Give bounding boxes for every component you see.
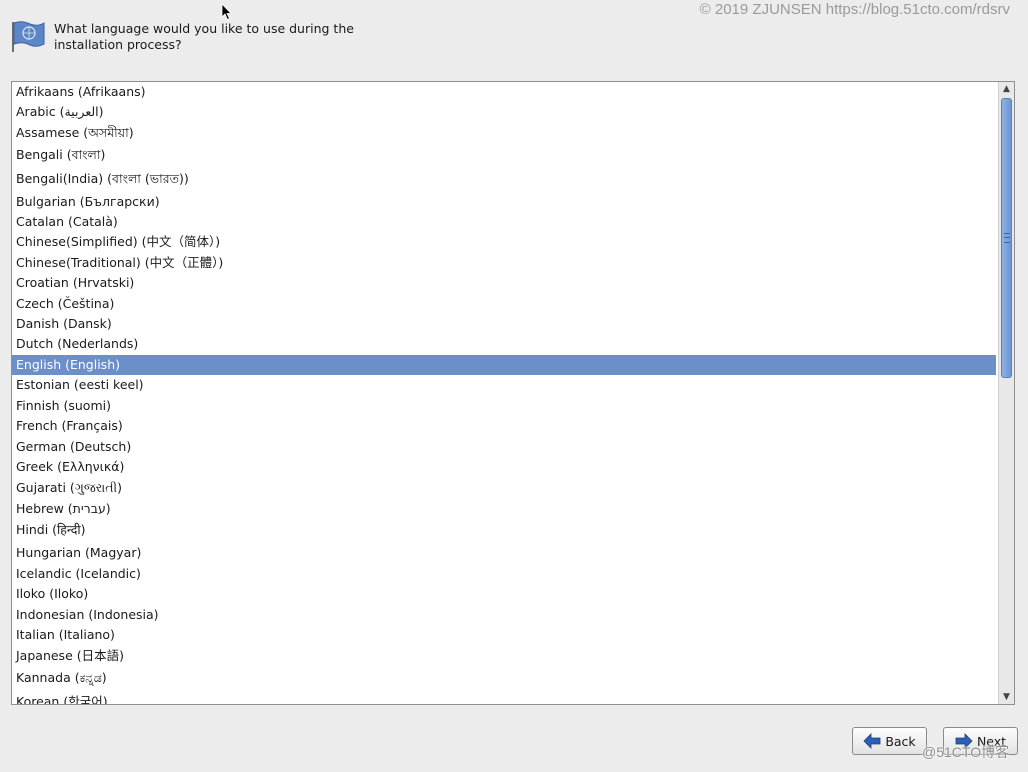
language-option[interactable]: Chinese(Simplified) (中文（简体）) bbox=[12, 232, 996, 252]
grip-icon bbox=[1004, 233, 1010, 243]
language-option[interactable]: German (Deutsch) bbox=[12, 437, 996, 457]
language-option[interactable]: Icelandic (Icelandic) bbox=[12, 564, 996, 584]
language-option[interactable]: Hindi (हिन्दी) bbox=[12, 520, 996, 540]
language-list[interactable]: Afrikaans (Afrikaans) Arabic (العربية) Ass… bbox=[12, 82, 996, 704]
back-button-label: Back bbox=[885, 733, 916, 749]
arrow-down-icon[interactable]: ▼ bbox=[999, 690, 1014, 704]
language-option[interactable]: Assamese (অসমীয়া) bbox=[12, 123, 996, 143]
language-option[interactable]: Catalan (Català) bbox=[12, 212, 996, 232]
language-option[interactable]: Hungarian (Magyar) bbox=[12, 543, 996, 563]
language-option[interactable]: Iloko (Iloko) bbox=[12, 584, 996, 604]
language-option[interactable]: Czech (Čeština) bbox=[12, 294, 996, 314]
page-question: What language would you like to use duri… bbox=[54, 21, 354, 52]
language-option[interactable]: French (Français) bbox=[12, 416, 996, 436]
arrow-left-icon bbox=[863, 733, 881, 749]
language-option[interactable]: Italian (Italiano) bbox=[12, 625, 996, 645]
language-listbox[interactable]: Afrikaans (Afrikaans) Arabic (العربية) Ass… bbox=[11, 81, 1015, 705]
language-option[interactable]: Danish (Dansk) bbox=[12, 314, 996, 334]
language-option[interactable]: Estonian (eesti keel) bbox=[12, 375, 996, 395]
watermark-text: © 2019 ZJUNSEN https://blog.51cto.com/rd… bbox=[699, 1, 1010, 18]
language-option[interactable]: Croatian (Hrvatski) bbox=[12, 273, 996, 293]
language-option[interactable]: Arabic (العربية) bbox=[12, 102, 996, 122]
language-option[interactable]: Indonesian (Indonesia) bbox=[12, 605, 996, 625]
language-option[interactable]: Bengali(India) (বাংলা (ভারত)) bbox=[12, 169, 996, 189]
language-option[interactable]: Dutch (Nederlands) bbox=[12, 334, 996, 354]
language-option[interactable]: Greek (Ελληνικά) bbox=[12, 457, 996, 477]
language-option[interactable]: Finnish (suomi) bbox=[12, 396, 996, 416]
language-option[interactable]: Korean (한국어) bbox=[12, 692, 996, 704]
scrollbar-thumb[interactable] bbox=[1001, 98, 1012, 378]
language-option[interactable]: Bengali (বাংলা) bbox=[12, 145, 996, 165]
mouse-pointer-icon bbox=[221, 3, 232, 21]
back-button[interactable]: Back bbox=[852, 727, 927, 755]
vertical-scrollbar[interactable]: ▲ ▼ bbox=[998, 82, 1014, 704]
language-option[interactable]: Kannada (ಕನ್ನಡ) bbox=[12, 668, 996, 688]
language-option[interactable]: English (English) bbox=[12, 355, 996, 375]
flag-icon bbox=[12, 21, 45, 52]
language-option[interactable]: Hebrew (עברית) bbox=[12, 499, 996, 519]
language-option[interactable]: Gujarati (ગુજરાતી) bbox=[12, 478, 996, 498]
language-option[interactable]: Chinese(Traditional) (中文（正體）) bbox=[12, 253, 996, 273]
language-option[interactable]: Japanese (日本語) bbox=[12, 646, 996, 666]
watermark-logo-text: @51CTO博客 bbox=[922, 744, 1010, 760]
language-option[interactable]: Bulgarian (Български) bbox=[12, 192, 996, 212]
language-option[interactable]: Afrikaans (Afrikaans) bbox=[12, 82, 996, 102]
arrow-up-icon[interactable]: ▲ bbox=[999, 82, 1014, 96]
